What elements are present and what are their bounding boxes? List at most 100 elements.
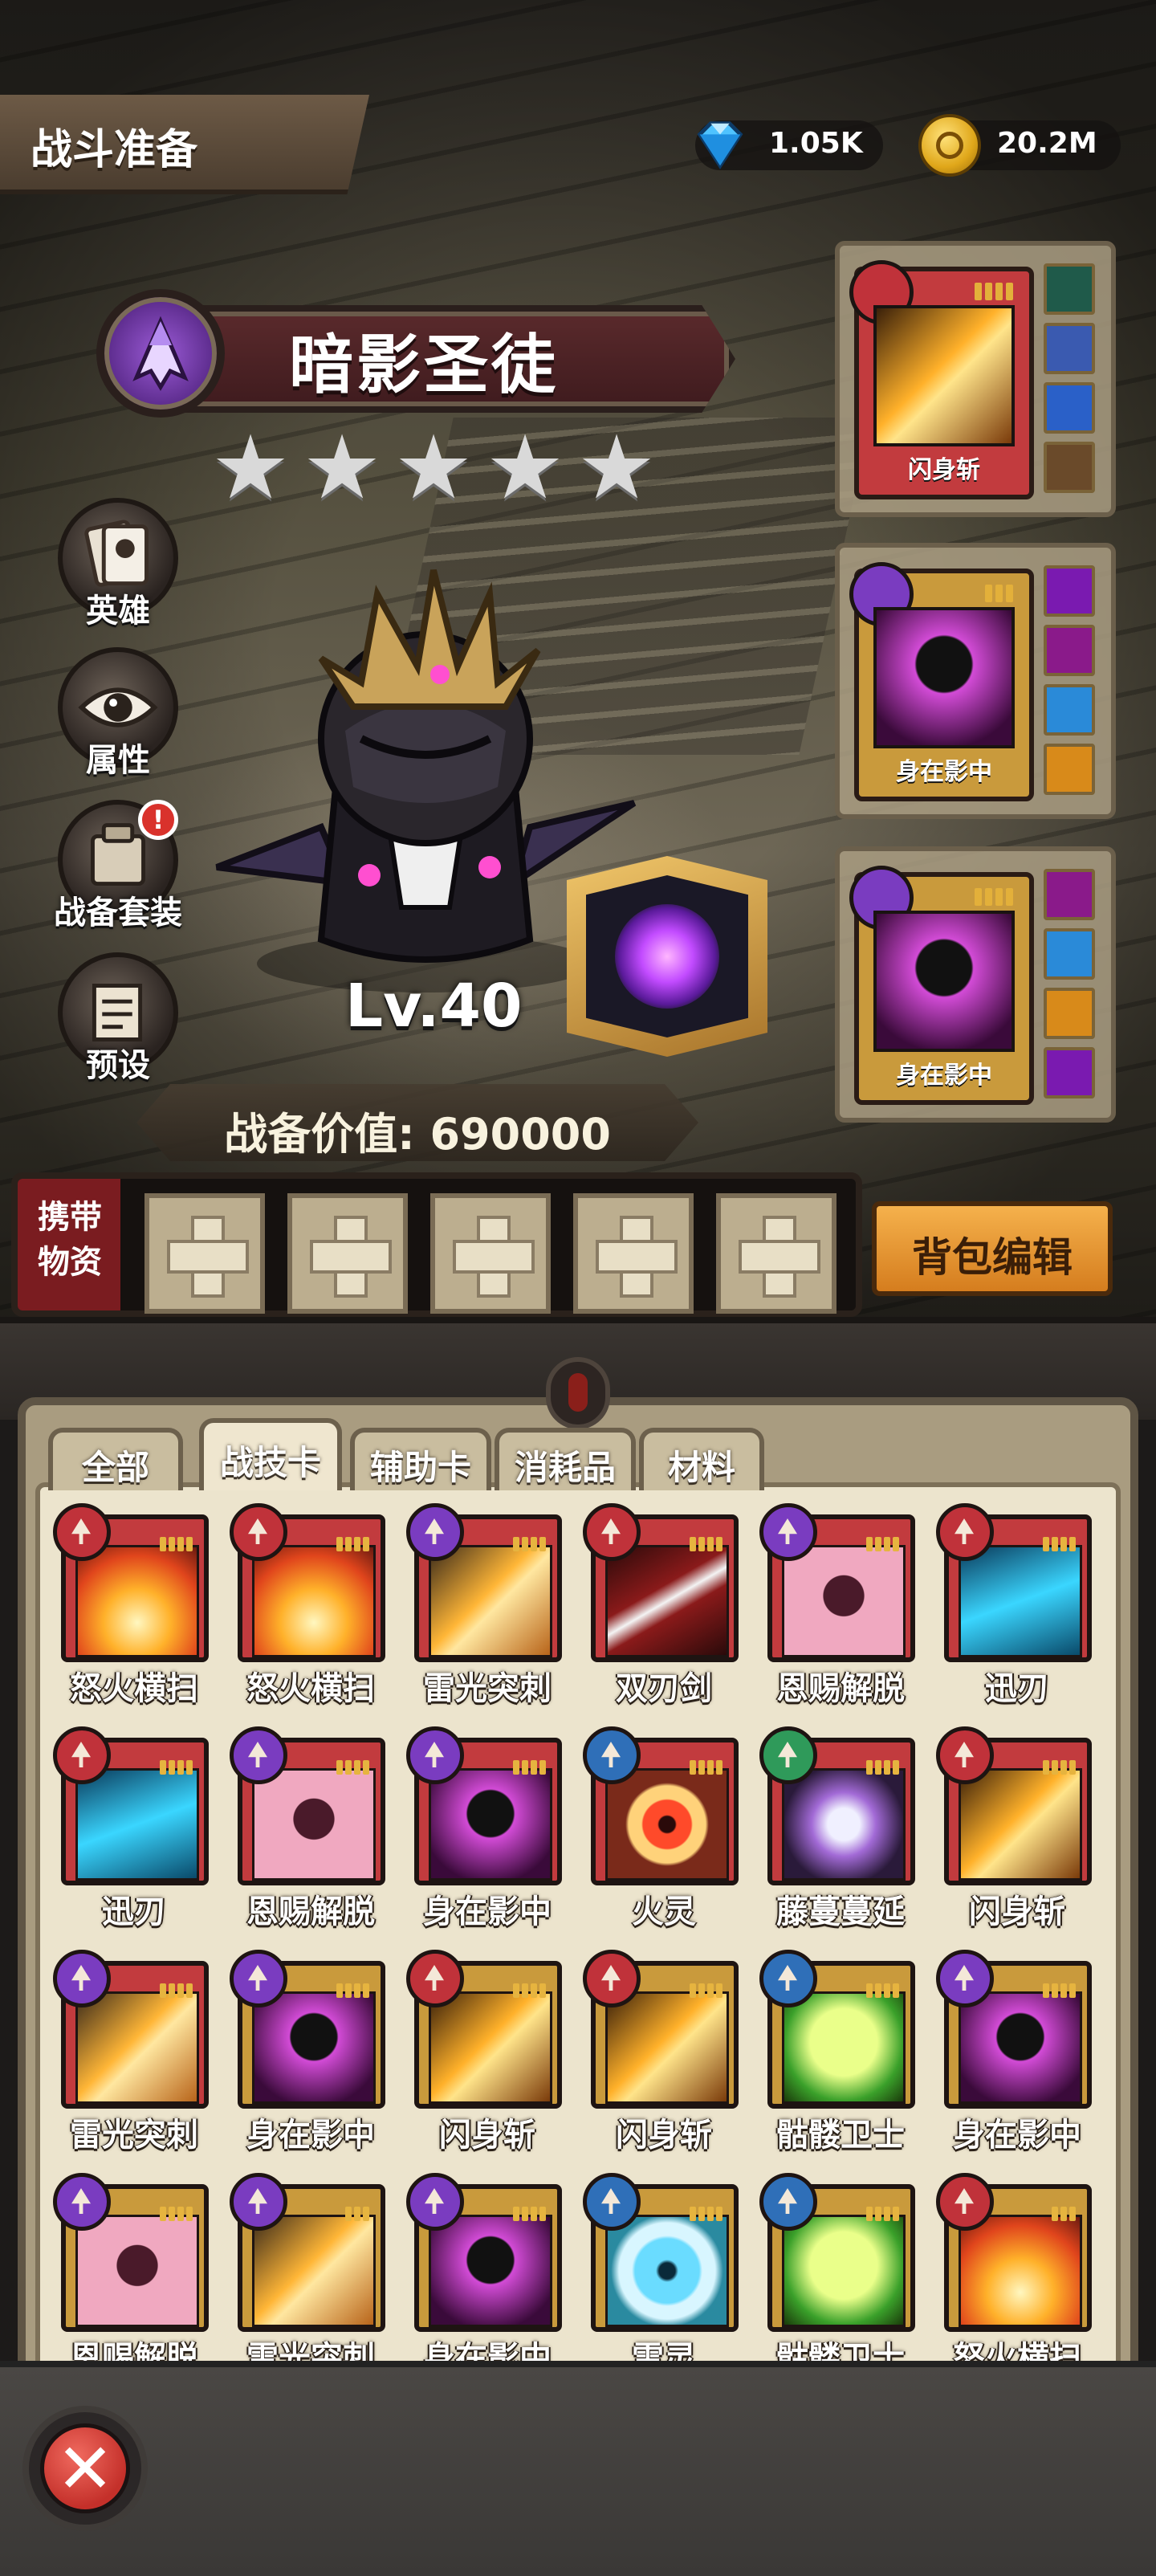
skill-card[interactable]: 身在影中: [936, 1950, 1093, 2154]
skill-card[interactable]: 闪身斩: [583, 1950, 740, 2154]
level-pip: [363, 1760, 369, 1775]
level-pip: [354, 2207, 360, 2221]
close-button[interactable]: ✕: [22, 2406, 148, 2531]
supply-slot-1[interactable]: [144, 1193, 265, 1314]
skill-card[interactable]: 雷光突刺: [406, 1503, 564, 1707]
nav-attributes-label: 属性: [86, 742, 150, 779]
hero-skill-orb-button[interactable]: [567, 856, 767, 1057]
skill-card-grid: 怒火横扫 怒火横扫 雷光突刺 双刃剑 恩赐解脱 迅刃 迅刃 恩赐解脱 身在影中 …: [35, 1482, 1121, 2374]
carry-supplies-panel: 携带物资: [11, 1172, 862, 1317]
equipped-skill-slot-3[interactable]: 身在影中: [835, 846, 1116, 1123]
tier-badge-icon: [759, 1726, 817, 1784]
level-pip: [716, 1983, 722, 1998]
equipped-skill-name: 闪身斩: [908, 456, 980, 484]
equipped-skill-card[interactable]: 身在影中: [849, 866, 1034, 1105]
tier-badge-icon: [759, 1503, 817, 1561]
skill-card[interactable]: 迅刃: [936, 1503, 1093, 1707]
equipped-skill-card[interactable]: 闪身斩: [849, 260, 1034, 499]
supply-slot-2[interactable]: [287, 1193, 408, 1314]
rune-slot-icon[interactable]: [1044, 928, 1095, 980]
equipped-skill-slot-2[interactable]: 身在影中: [835, 543, 1116, 819]
tier-badge-icon: [759, 2173, 817, 2231]
rune-slot-icon[interactable]: [1044, 382, 1095, 434]
level-pip: [1052, 2207, 1058, 2221]
skill-card[interactable]: 怒火横扫: [53, 1503, 210, 1707]
skill-card[interactable]: 怒火横扫: [936, 2173, 1093, 2369]
tab-support-cards[interactable]: 辅助卡: [350, 1428, 491, 1490]
level-pip: [893, 1983, 899, 1998]
tab-skill-cards[interactable]: 战技卡: [199, 1418, 342, 1490]
rune-slot-icon[interactable]: [1044, 263, 1095, 315]
level-pip: [513, 1983, 519, 1998]
rune-slot-icon[interactable]: [1044, 625, 1095, 676]
skill-card[interactable]: 骷髅卫士: [759, 2173, 917, 2369]
level-pip: [716, 1537, 722, 1551]
equipped-skill-card[interactable]: 身在影中: [849, 562, 1034, 801]
rune-slot-icon[interactable]: [1044, 565, 1095, 617]
card-art: [605, 2215, 729, 2327]
diamond-counter[interactable]: 1.05K: [695, 120, 883, 170]
skill-card[interactable]: 怒火横扫: [230, 1503, 387, 1707]
level-pip: [345, 1760, 352, 1775]
skill-card-name: 怒火横扫: [70, 1670, 198, 1707]
skill-card[interactable]: 恩赐解脱: [230, 1726, 387, 1930]
skill-card[interactable]: 闪身斩: [406, 1950, 564, 2154]
level-pip: [975, 283, 982, 300]
tier-badge-icon: [406, 2173, 464, 2231]
skill-art: [873, 305, 1015, 446]
rune-slot-icon[interactable]: [1044, 988, 1095, 1039]
equipped-skill-slot-1[interactable]: 闪身斩: [835, 241, 1116, 517]
rune-slot-icon[interactable]: [1044, 744, 1095, 795]
supply-slot-4[interactable]: [573, 1193, 694, 1314]
tab-all[interactable]: 全部: [48, 1428, 183, 1490]
skill-card[interactable]: 藤蔓蔓延: [759, 1726, 917, 1930]
nav-equipment-set-button[interactable]: ! 战备套装: [50, 800, 186, 931]
skill-card[interactable]: 双刃剑: [583, 1503, 740, 1707]
supply-slot-3[interactable]: [430, 1193, 551, 1314]
rune-slot-icon[interactable]: [1044, 684, 1095, 736]
skill-card[interactable]: 雷光突刺: [230, 2173, 387, 2369]
level-pip: [1069, 2207, 1076, 2221]
level-pip: [716, 2207, 722, 2221]
rune-slot-icon[interactable]: [1044, 1047, 1095, 1098]
supply-slot-5[interactable]: [716, 1193, 836, 1314]
nav-attributes-button[interactable]: 属性: [50, 647, 186, 779]
dark-orb-icon: [615, 904, 719, 1009]
level-pip: [1060, 1537, 1067, 1551]
class-emblem-icon[interactable]: [96, 289, 225, 418]
level-pip: [177, 2207, 184, 2221]
skill-card[interactable]: 雷光突刺: [53, 1950, 210, 2154]
skill-card[interactable]: 火灵: [583, 1726, 740, 1930]
level-pip: [698, 1983, 705, 1998]
level-pip: [884, 1760, 890, 1775]
rune-slot-icon[interactable]: [1044, 442, 1095, 493]
rune-slot-icon[interactable]: [1044, 869, 1095, 920]
skill-card[interactable]: 身在影中: [406, 1726, 564, 1930]
skill-card[interactable]: 身在影中: [230, 1950, 387, 2154]
card-art: [252, 1991, 376, 2104]
level-pip: [531, 1537, 537, 1551]
skill-card[interactable]: 雷灵: [583, 2173, 740, 2369]
tab-materials[interactable]: 材料: [639, 1428, 764, 1490]
skill-card[interactable]: 恩赐解脱: [53, 2173, 210, 2369]
nav-preset-button[interactable]: 预设: [50, 952, 186, 1084]
tier-badge-icon: [936, 1726, 994, 1784]
level-pips: [513, 1760, 546, 1775]
skill-card[interactable]: 迅刃: [53, 1726, 210, 1930]
level-pips: [1043, 1760, 1076, 1775]
tier-badge-icon: [53, 1950, 111, 2007]
skill-card[interactable]: 闪身斩: [936, 1726, 1093, 1930]
tab-consumables[interactable]: 消耗品: [495, 1428, 636, 1490]
rune-slot-icon[interactable]: [1044, 323, 1095, 374]
skill-card[interactable]: 身在影中: [406, 2173, 564, 2369]
level-pips: [513, 1537, 546, 1551]
skill-card-name: 身在影中: [423, 1893, 552, 1930]
skill-card[interactable]: 骷髅卫士: [759, 1950, 917, 2154]
edit-backpack-button[interactable]: 背包编辑: [872, 1201, 1113, 1296]
gold-counter[interactable]: 20.2M: [918, 114, 1121, 177]
card-art: [75, 1545, 199, 1657]
card-art: [75, 1991, 199, 2104]
level-pips: [336, 1537, 369, 1551]
nav-hero-button[interactable]: 英雄: [50, 498, 186, 630]
skill-card[interactable]: 恩赐解脱: [759, 1503, 917, 1707]
